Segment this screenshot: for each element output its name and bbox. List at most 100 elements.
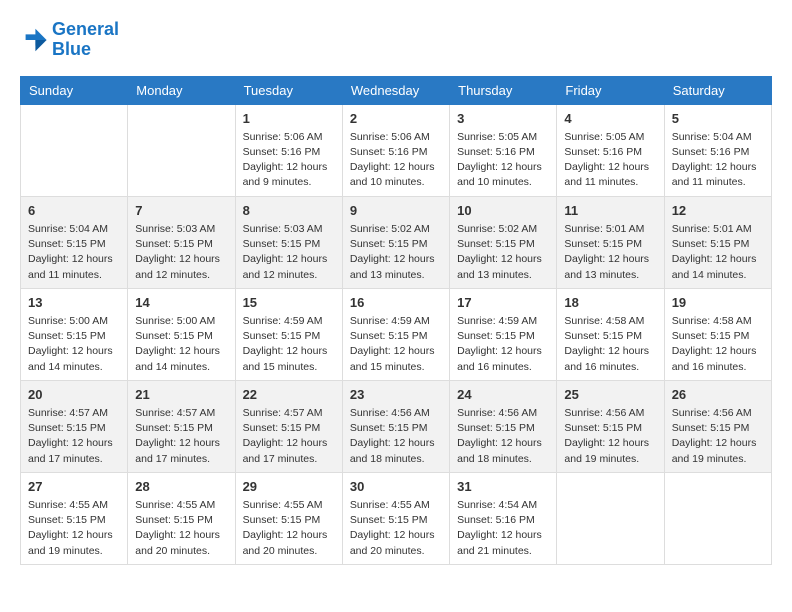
day-info: Sunrise: 4:57 AM Sunset: 5:15 PM Dayligh…	[243, 406, 335, 467]
day-number: 5	[672, 110, 764, 128]
calendar-cell: 19 Sunrise: 4:58 AM Sunset: 5:15 PM Dayli…	[664, 288, 771, 380]
calendar-week-row: 6 Sunrise: 5:04 AM Sunset: 5:15 PM Daylig…	[21, 196, 772, 288]
day-info: Sunrise: 4:55 AM Sunset: 5:15 PM Dayligh…	[135, 498, 227, 559]
calendar-table: SundayMondayTuesdayWednesdayThursdayFrid…	[20, 76, 772, 565]
day-number: 18	[564, 294, 656, 312]
day-of-week-row: SundayMondayTuesdayWednesdayThursdayFrid…	[21, 76, 772, 104]
calendar-week-row: 1 Sunrise: 5:06 AM Sunset: 5:16 PM Daylig…	[21, 104, 772, 196]
day-info: Sunrise: 5:04 AM Sunset: 5:16 PM Dayligh…	[672, 130, 764, 191]
calendar-cell: 27 Sunrise: 4:55 AM Sunset: 5:15 PM Dayli…	[21, 472, 128, 564]
page-header: General Blue	[20, 20, 772, 60]
day-of-week-header: Wednesday	[342, 76, 449, 104]
day-of-week-header: Sunday	[21, 76, 128, 104]
day-info: Sunrise: 5:00 AM Sunset: 5:15 PM Dayligh…	[135, 314, 227, 375]
day-info: Sunrise: 5:06 AM Sunset: 5:16 PM Dayligh…	[350, 130, 442, 191]
day-info: Sunrise: 5:03 AM Sunset: 5:15 PM Dayligh…	[243, 222, 335, 283]
calendar-cell: 11Sunrise: 5:01 AM Sunset: 5:15 PM Dayli…	[557, 196, 664, 288]
day-of-week-header: Thursday	[450, 76, 557, 104]
day-number: 13	[28, 294, 120, 312]
calendar-cell: 21 Sunrise: 4:57 AM Sunset: 5:15 PM Dayli…	[128, 380, 235, 472]
day-number: 25	[564, 386, 656, 404]
day-number: 27	[28, 478, 120, 496]
calendar-body: 1 Sunrise: 5:06 AM Sunset: 5:16 PM Daylig…	[21, 104, 772, 564]
calendar-cell: 14 Sunrise: 5:00 AM Sunset: 5:15 PM Dayli…	[128, 288, 235, 380]
calendar-cell: 10Sunrise: 5:02 AM Sunset: 5:15 PM Dayli…	[450, 196, 557, 288]
day-number: 6	[28, 202, 120, 220]
day-info: Sunrise: 5:01 AM Sunset: 5:15 PM Dayligh…	[672, 222, 764, 283]
day-of-week-header: Tuesday	[235, 76, 342, 104]
calendar-cell: 12Sunrise: 5:01 AM Sunset: 5:15 PM Dayli…	[664, 196, 771, 288]
day-info: Sunrise: 5:02 AM Sunset: 5:15 PM Dayligh…	[457, 222, 549, 283]
day-info: Sunrise: 4:58 AM Sunset: 5:15 PM Dayligh…	[672, 314, 764, 375]
day-info: Sunrise: 4:54 AM Sunset: 5:16 PM Dayligh…	[457, 498, 549, 559]
calendar-cell: 26 Sunrise: 4:56 AM Sunset: 5:15 PM Dayli…	[664, 380, 771, 472]
calendar-cell: 3Sunrise: 5:05 AM Sunset: 5:16 PM Daylig…	[450, 104, 557, 196]
calendar-cell: 23 Sunrise: 4:56 AM Sunset: 5:15 PM Dayli…	[342, 380, 449, 472]
day-number: 14	[135, 294, 227, 312]
calendar-cell	[21, 104, 128, 196]
calendar-cell: 18 Sunrise: 4:58 AM Sunset: 5:15 PM Dayli…	[557, 288, 664, 380]
calendar-cell: 29 Sunrise: 4:55 AM Sunset: 5:15 PM Dayli…	[235, 472, 342, 564]
day-number: 31	[457, 478, 549, 496]
calendar-cell: 4Sunrise: 5:05 AM Sunset: 5:16 PM Daylig…	[557, 104, 664, 196]
day-info: Sunrise: 4:58 AM Sunset: 5:15 PM Dayligh…	[564, 314, 656, 375]
day-info: Sunrise: 5:04 AM Sunset: 5:15 PM Dayligh…	[28, 222, 120, 283]
logo: General Blue	[20, 20, 119, 60]
calendar-cell: 20 Sunrise: 4:57 AM Sunset: 5:15 PM Dayli…	[21, 380, 128, 472]
day-number: 1	[243, 110, 335, 128]
day-number: 7	[135, 202, 227, 220]
calendar-cell: 24 Sunrise: 4:56 AM Sunset: 5:15 PM Dayli…	[450, 380, 557, 472]
day-info: Sunrise: 5:00 AM Sunset: 5:15 PM Dayligh…	[28, 314, 120, 375]
day-of-week-header: Saturday	[664, 76, 771, 104]
day-info: Sunrise: 4:59 AM Sunset: 5:15 PM Dayligh…	[243, 314, 335, 375]
day-info: Sunrise: 4:55 AM Sunset: 5:15 PM Dayligh…	[28, 498, 120, 559]
calendar-cell: 7 Sunrise: 5:03 AM Sunset: 5:15 PM Daylig…	[128, 196, 235, 288]
day-info: Sunrise: 4:57 AM Sunset: 5:15 PM Dayligh…	[135, 406, 227, 467]
day-number: 21	[135, 386, 227, 404]
day-info: Sunrise: 4:56 AM Sunset: 5:15 PM Dayligh…	[457, 406, 549, 467]
day-info: Sunrise: 5:05 AM Sunset: 5:16 PM Dayligh…	[457, 130, 549, 191]
calendar-week-row: 27 Sunrise: 4:55 AM Sunset: 5:15 PM Dayli…	[21, 472, 772, 564]
calendar-cell: 22 Sunrise: 4:57 AM Sunset: 5:15 PM Dayli…	[235, 380, 342, 472]
day-info: Sunrise: 4:57 AM Sunset: 5:15 PM Dayligh…	[28, 406, 120, 467]
day-number: 15	[243, 294, 335, 312]
day-info: Sunrise: 4:56 AM Sunset: 5:15 PM Dayligh…	[350, 406, 442, 467]
calendar-cell: 25 Sunrise: 4:56 AM Sunset: 5:15 PM Dayli…	[557, 380, 664, 472]
calendar-cell	[557, 472, 664, 564]
calendar-cell: 15 Sunrise: 4:59 AM Sunset: 5:15 PM Dayli…	[235, 288, 342, 380]
calendar-cell: 8Sunrise: 5:03 AM Sunset: 5:15 PM Daylig…	[235, 196, 342, 288]
day-info: Sunrise: 5:03 AM Sunset: 5:15 PM Dayligh…	[135, 222, 227, 283]
day-number: 30	[350, 478, 442, 496]
logo-text: General Blue	[52, 20, 119, 60]
calendar-cell: 30 Sunrise: 4:55 AM Sunset: 5:15 PM Dayli…	[342, 472, 449, 564]
calendar-cell: 6 Sunrise: 5:04 AM Sunset: 5:15 PM Daylig…	[21, 196, 128, 288]
day-number: 20	[28, 386, 120, 404]
calendar-cell: 5 Sunrise: 5:04 AM Sunset: 5:16 PM Daylig…	[664, 104, 771, 196]
day-number: 19	[672, 294, 764, 312]
calendar-cell: 1Sunrise: 5:06 AM Sunset: 5:16 PM Daylig…	[235, 104, 342, 196]
day-number: 9	[350, 202, 442, 220]
day-info: Sunrise: 4:55 AM Sunset: 5:15 PM Dayligh…	[243, 498, 335, 559]
day-info: Sunrise: 4:56 AM Sunset: 5:15 PM Dayligh…	[564, 406, 656, 467]
day-number: 23	[350, 386, 442, 404]
day-number: 22	[243, 386, 335, 404]
day-of-week-header: Friday	[557, 76, 664, 104]
day-number: 16	[350, 294, 442, 312]
day-info: Sunrise: 4:55 AM Sunset: 5:15 PM Dayligh…	[350, 498, 442, 559]
calendar-cell: 16Sunrise: 4:59 AM Sunset: 5:15 PM Dayli…	[342, 288, 449, 380]
calendar-week-row: 20 Sunrise: 4:57 AM Sunset: 5:15 PM Dayli…	[21, 380, 772, 472]
day-number: 26	[672, 386, 764, 404]
day-number: 24	[457, 386, 549, 404]
day-number: 17	[457, 294, 549, 312]
calendar-cell: 28 Sunrise: 4:55 AM Sunset: 5:15 PM Dayli…	[128, 472, 235, 564]
day-number: 29	[243, 478, 335, 496]
calendar-cell: 17Sunrise: 4:59 AM Sunset: 5:15 PM Dayli…	[450, 288, 557, 380]
day-number: 11	[564, 202, 656, 220]
day-of-week-header: Monday	[128, 76, 235, 104]
day-info: Sunrise: 4:56 AM Sunset: 5:15 PM Dayligh…	[672, 406, 764, 467]
day-number: 28	[135, 478, 227, 496]
calendar-cell: 31 Sunrise: 4:54 AM Sunset: 5:16 PM Dayli…	[450, 472, 557, 564]
calendar-cell	[664, 472, 771, 564]
calendar-cell: 2Sunrise: 5:06 AM Sunset: 5:16 PM Daylig…	[342, 104, 449, 196]
logo-icon	[20, 26, 48, 54]
